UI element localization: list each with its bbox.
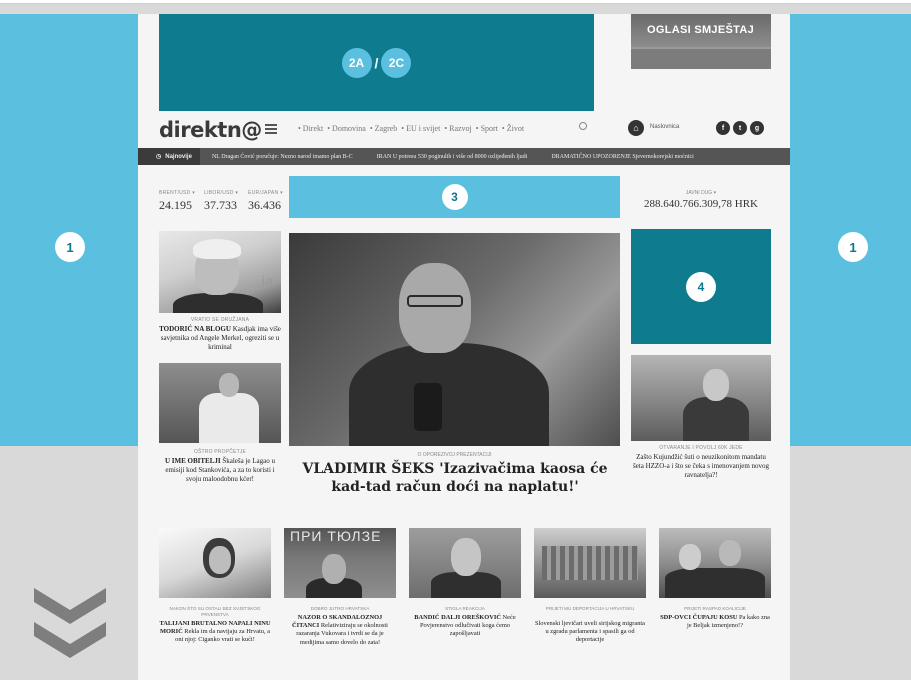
ad-zone-4[interactable]: 4: [631, 229, 771, 344]
clock-icon: ◷: [156, 154, 162, 160]
home-icon[interactable]: ⌂: [628, 120, 644, 136]
ad-zone-1-badge: 1: [838, 232, 868, 262]
bottom-story-headline[interactable]: NAZOR O SKANDALOZNOJ ČITANCI Relativizir…: [284, 614, 396, 647]
bottom-story-photo[interactable]: [659, 528, 771, 598]
search-icon[interactable]: [579, 122, 587, 130]
currency-stat: LIBOR/USD ▾ 37.733: [204, 190, 238, 213]
story-headline[interactable]: U IME OBITELJI Škaleša je Lagao u emisij…: [164, 457, 276, 484]
currency-label: BRENT/USD ▾: [159, 190, 196, 196]
public-debt-counter: JAVNI DUG ▾ 288.640.766.309,78 HRK: [631, 190, 771, 210]
currency-label: LIBOR/USD ▾: [204, 190, 239, 196]
bottom-story-photo[interactable]: ПРИ ТЮЛЗЕ: [284, 528, 396, 598]
ad-zone-4-badge: 4: [686, 271, 716, 302]
story-photo-skalesa[interactable]: [159, 363, 281, 443]
bottom-story-headline[interactable]: TALIJANI BRUTALNO NAPALI NINU MORIĆ Rekl…: [159, 620, 271, 645]
top-border: [0, 0, 911, 4]
ticker-label: ◷ Najnovije: [138, 148, 200, 165]
scroll-down-chevrons-icon[interactable]: [28, 582, 112, 662]
oglasi-smjestaj-banner[interactable]: OGLASI SMJEŠTAJ: [631, 14, 771, 69]
ticker-item[interactable]: NL Dragan Ćović poručuje: Nezno narod im…: [200, 154, 365, 160]
story-kicker: VRATIO SE ORUŽJANA: [190, 317, 250, 323]
hamburger-menu-icon[interactable]: [265, 124, 277, 134]
bottom-story-headline[interactable]: BANDIĆ DALJI OREŠKOVIĆ Neće Povjerenstvo…: [409, 614, 521, 639]
main-nav: • Direkt • Domovina • Zagreb • EU i svij…: [298, 124, 524, 133]
story-headline[interactable]: Zašto Kujundžić šuti o neuzikonitom mand…: [631, 453, 771, 480]
ad-zone-2a-badge: 2A: [341, 47, 372, 78]
bottom-story-kicker: PRIJETI MU DEPORTACIJA U HRVATSKU: [545, 606, 635, 611]
main-story-kicker: O OPOREZIVOJ PREZENTACIJI: [417, 452, 492, 458]
nav-item-direkt[interactable]: • Direkt: [298, 124, 323, 133]
news-page-preview: 2A / 2C OGLASI SMJEŠTAJ direktn@ • Direk…: [138, 14, 790, 680]
ad-zone-3[interactable]: 3: [289, 176, 620, 218]
thumb-overlay-text: ПРИ ТЮЛЗЕ: [290, 528, 382, 544]
story-kicker: OŠTRO PROPČETJE: [193, 449, 247, 455]
currency-value: 36.436: [248, 198, 281, 212]
ad-zone-2[interactable]: 2A / 2C: [159, 14, 594, 111]
nav-item-zagreb[interactable]: • Zagreb: [370, 124, 397, 133]
home-label[interactable]: Naslovnica: [650, 124, 679, 130]
twitter-icon[interactable]: t: [733, 121, 747, 135]
ad-zone-2c-badge: 2C: [381, 47, 412, 78]
story-photo-kujundzic[interactable]: [631, 355, 771, 441]
ticker-item[interactable]: DRAMATIČNO UPOZORENJE Sjevernokorejski m…: [539, 154, 706, 160]
ad-zone-1-left[interactable]: 1: [0, 14, 138, 446]
ad-zone-3-badge: 3: [441, 184, 468, 210]
bottom-story-photo[interactable]: [534, 528, 646, 598]
ad-zone-1-badge: 1: [55, 232, 85, 262]
nav-item-razvoj[interactable]: • Razvoj: [444, 124, 471, 133]
story-headline[interactable]: TODORIĆ NA BLOGU Kasdjak ima više savjet…: [159, 325, 281, 352]
google-plus-icon[interactable]: g: [750, 121, 764, 135]
site-logo[interactable]: direktn@: [159, 118, 262, 142]
debt-label: JAVNI DUG ▾: [685, 190, 717, 196]
bottom-story-headline[interactable]: SDP-OVCI ČUPAJU KOSU Pa kako zna je Belj…: [659, 614, 771, 630]
banner-building-graphic: [631, 47, 771, 69]
nav-item-zivot[interactable]: • Život: [502, 124, 524, 133]
currency-label: EUR/JAPAN ▾: [248, 190, 283, 196]
main-story-photo[interactable]: [289, 233, 620, 446]
currency-stat: BRENT/USD ▾ 24.195: [159, 190, 195, 213]
currency-stat: EUR/JAPAN ▾ 36.436: [248, 190, 283, 213]
currency-value: 37.733: [204, 198, 237, 212]
bottom-story-kicker: NAKON ŠTO SU OSTALI BEZ SVJETSKOG PRVENS…: [169, 606, 261, 617]
ad-zone-1-right[interactable]: 1: [790, 14, 911, 446]
debt-value: 288.640.766.309,78 HRK: [644, 198, 758, 210]
ticker-label-text: Najnovije: [165, 153, 192, 160]
main-story-headline[interactable]: VLADIMIR ŠEKS 'Izazivačima kaosa će kad-…: [300, 460, 610, 496]
bottom-story-photo[interactable]: [159, 528, 271, 598]
nav-item-domovina[interactable]: • Domovina: [327, 124, 366, 133]
ad-zone-separator: /: [374, 54, 379, 71]
bottom-story-headline[interactable]: Slovenski ljevičari uveli sirijskog migr…: [534, 620, 646, 645]
nav-item-eu-i-svijet[interactable]: • EU i svijet: [401, 124, 440, 133]
story-photo-todoric[interactable]: ja: [159, 231, 281, 313]
facebook-icon[interactable]: f: [716, 121, 730, 135]
nav-item-sport[interactable]: • Sport: [476, 124, 498, 133]
currency-value: 24.195: [159, 198, 192, 212]
ticker-item[interactable]: IRAN U potresu 530 poginulih i više od 8…: [365, 154, 540, 160]
news-ticker: ◷ Najnovije NL Dragan Ćović poručuje: Nez…: [138, 148, 790, 165]
bottom-story-kicker: PRIJETI RASPAD KOALICIJE: [684, 606, 746, 611]
bottom-story-photo[interactable]: [409, 528, 521, 598]
story-kicker: OTVARANJE I POVOLJ 60K JEDE: [659, 445, 743, 451]
bottom-story-kicker: DOBRO JUTRO HRVATSKA: [310, 606, 370, 611]
banner-text: OGLASI SMJEŠTAJ: [647, 24, 754, 36]
bottom-story-kicker: STIGLA REAKCIJA: [445, 606, 485, 611]
